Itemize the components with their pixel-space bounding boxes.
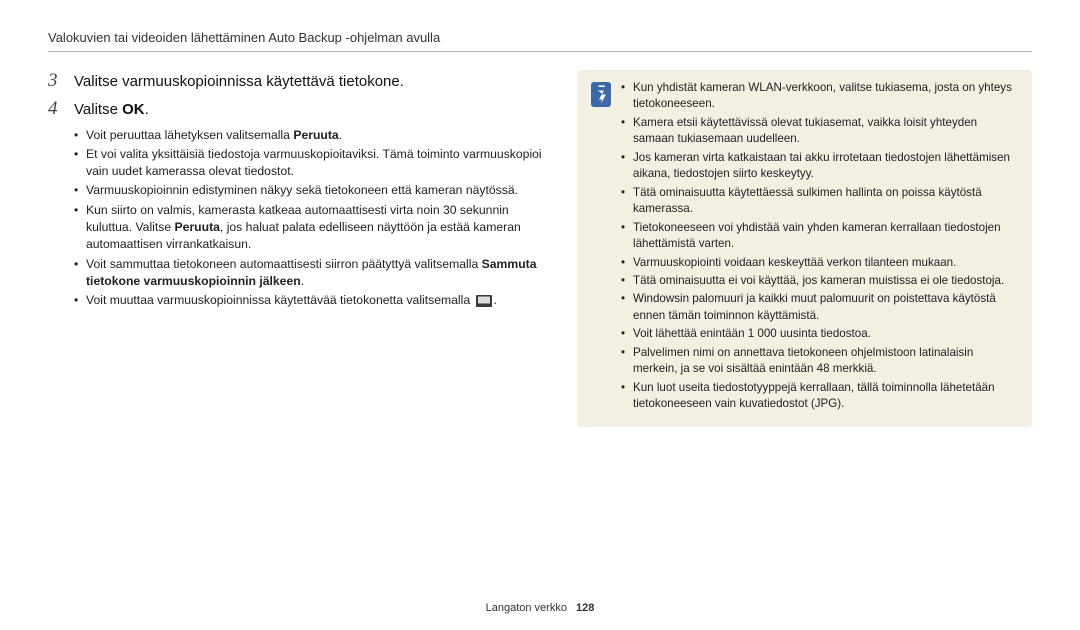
note-list: Kun yhdistät kameran WLAN-verkkoon, vali… (621, 80, 1018, 415)
step-text-suffix: . (145, 101, 149, 118)
step-text-prefix: Valitse (74, 101, 122, 118)
note-item: Kamera etsii käytettävissä olevat tukias… (621, 115, 1018, 148)
note-item: Tätä ominaisuutta ei voi käyttää, jos ka… (621, 273, 1018, 289)
footer-page-number: 128 (576, 602, 594, 614)
note-item: Palvelimen nimi on annettava tietokoneen… (621, 345, 1018, 378)
note-item: Kun yhdistät kameran WLAN-verkkoon, vali… (621, 80, 1018, 113)
sub-item: Voit muuttaa varmuuskopioinnissa käytett… (74, 292, 553, 312)
text: Voit muuttaa varmuuskopioinnissa käytett… (86, 293, 474, 307)
step-text-bold: OK (122, 101, 145, 118)
note-item: Jos kameran virta katkaistaan tai akku i… (621, 150, 1018, 183)
sub-item: Voit sammuttaa tietokoneen automaattises… (74, 256, 553, 291)
content-columns: 3 Valitse varmuuskopioinnissa käytettävä… (48, 70, 1032, 427)
footer-section: Langaton verkko (486, 602, 567, 614)
page: Valokuvien tai videoiden lähettäminen Au… (0, 0, 1080, 630)
text: . (494, 293, 497, 307)
step-3: 3 Valitse varmuuskopioinnissa käytettävä… (48, 70, 553, 92)
header-divider (48, 51, 1032, 52)
page-header-title: Valokuvien tai videoiden lähettäminen Au… (48, 30, 1032, 45)
sub-item: Kun siirto on valmis, kamerasta katkeaa … (74, 202, 553, 254)
note-item: Tietokoneeseen voi yhdistää vain yhden k… (621, 220, 1018, 253)
note-icon (591, 82, 611, 415)
text: . (339, 128, 342, 142)
note-box: Kun yhdistät kameran WLAN-verkkoon, vali… (577, 70, 1032, 427)
note-item: Kun luot useita tiedostotyyppejä kerrall… (621, 380, 1018, 413)
right-column: Kun yhdistät kameran WLAN-verkkoon, vali… (577, 70, 1032, 427)
text: Voit peruuttaa lähetyksen valitsemalla (86, 128, 293, 142)
step-4: 4 Valitse OK. (48, 98, 553, 120)
sub-item: Et voi valita yksittäisiä tiedostoja var… (74, 146, 553, 181)
step-number: 4 (48, 98, 66, 120)
note-item: Tätä ominaisuutta käytettäessä sulkimen … (621, 185, 1018, 218)
text: . (301, 274, 304, 288)
page-footer: Langaton verkko 128 (0, 602, 1080, 614)
sub-item: Voit peruuttaa lähetyksen valitsemalla P… (74, 127, 553, 144)
note-item: Windowsin palomuuri ja kaikki muut palom… (621, 291, 1018, 324)
step-text: Valitse OK. (74, 100, 149, 120)
step-number: 3 (48, 70, 66, 92)
monitor-icon (476, 295, 492, 312)
text-bold: Peruuta (293, 128, 338, 142)
text: Voit sammuttaa tietokoneen automaattises… (86, 257, 482, 271)
sub-item: Varmuuskopioinnin edistyminen näkyy sekä… (74, 182, 553, 199)
sub-bullets: Voit peruuttaa lähetyksen valitsemalla P… (74, 127, 553, 313)
text-bold: Peruuta (175, 220, 220, 234)
note-item: Voit lähettää enintään 1 000 uusinta tie… (621, 326, 1018, 342)
left-column: 3 Valitse varmuuskopioinnissa käytettävä… (48, 70, 553, 427)
step-text: Valitse varmuuskopioinnissa käytettävä t… (74, 72, 404, 92)
note-item: Varmuuskopiointi voidaan keskeyttää verk… (621, 255, 1018, 271)
